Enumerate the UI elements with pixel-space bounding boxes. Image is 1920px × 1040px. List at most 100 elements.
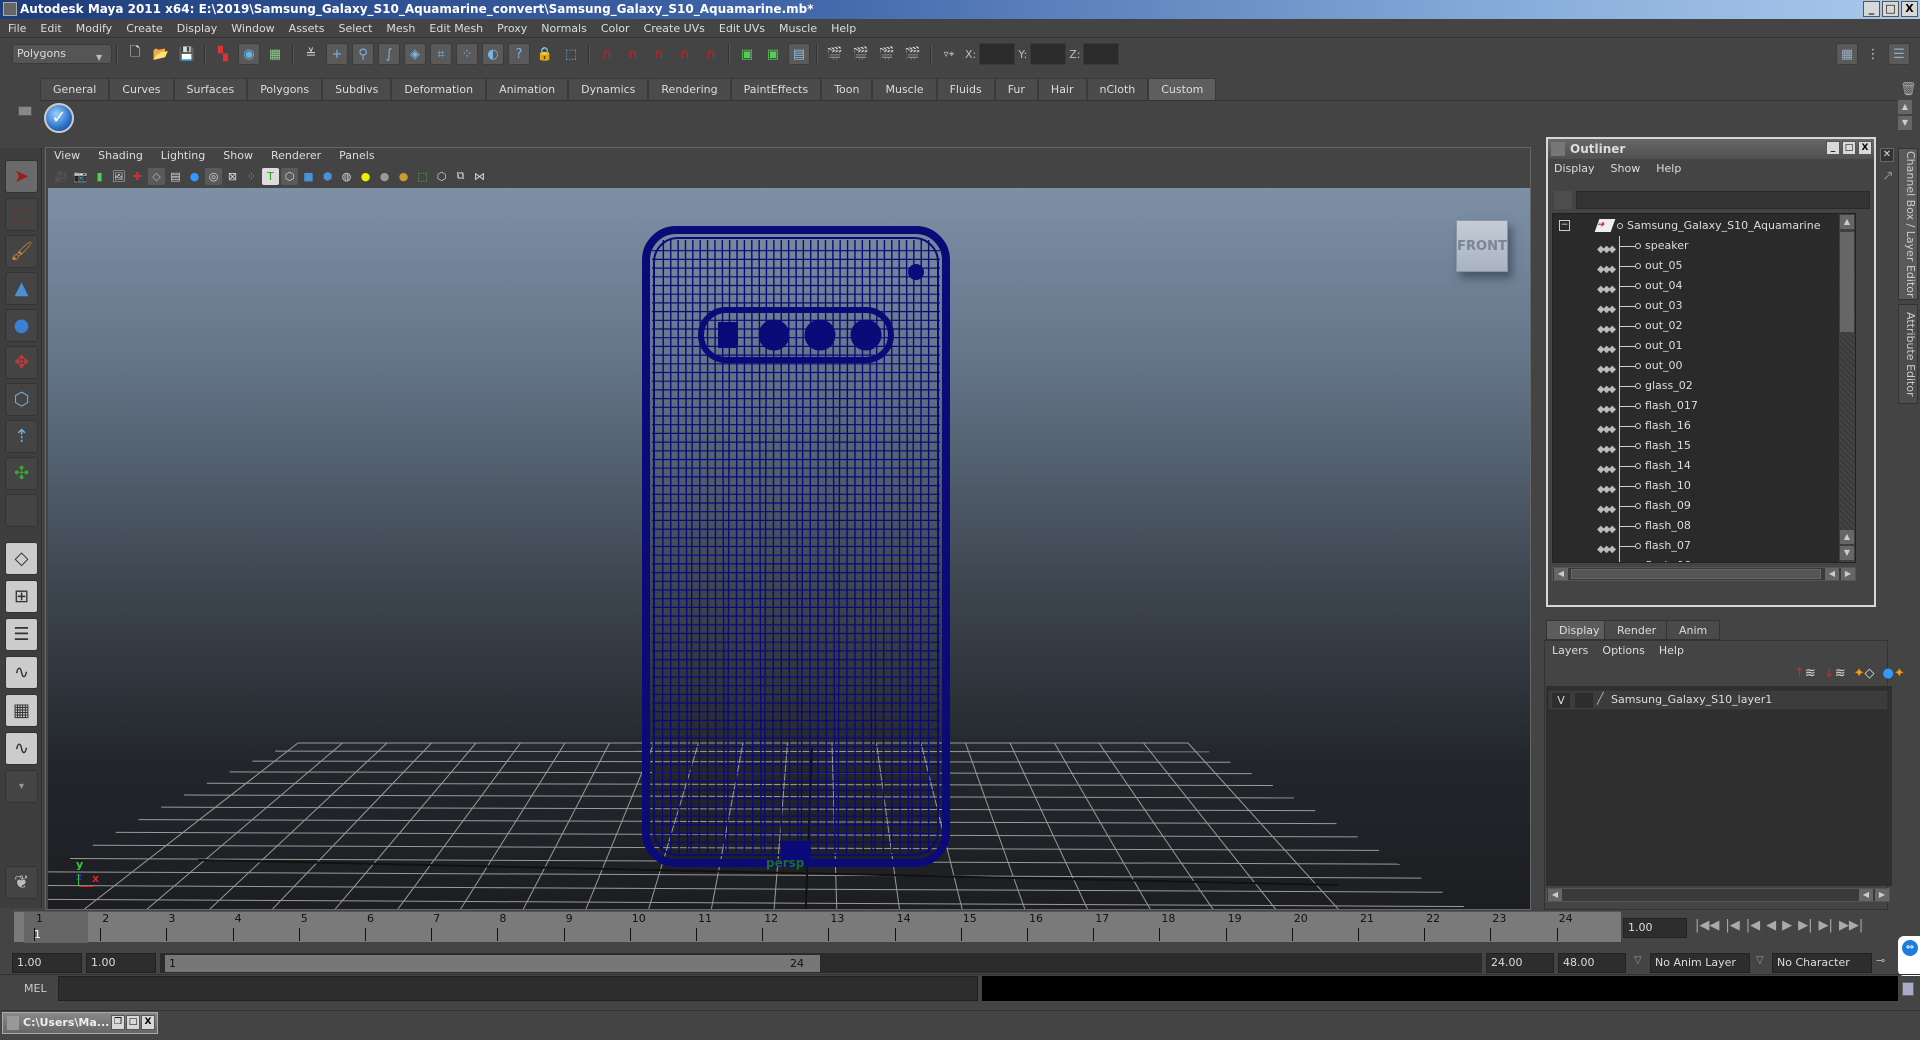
shelf-tab-animation[interactable]: Animation <box>486 78 569 100</box>
shadows-icon[interactable]: ● <box>376 168 393 185</box>
layer-tab-display[interactable]: Display <box>1546 620 1613 640</box>
select-dynamics-icon[interactable]: ⁘ <box>456 43 478 65</box>
hypershade-layout-icon[interactable]: ▦ <box>5 694 38 727</box>
attribute-editor-toggle-icon[interactable]: ▦ <box>1836 43 1858 65</box>
vp-menu-panels[interactable]: Panels <box>339 149 374 165</box>
two-d-pan-zoom-icon[interactable]: ✚ <box>129 168 146 185</box>
menu-create-uvs[interactable]: Create UVs <box>644 22 705 35</box>
outliner-root-row[interactable]: − ➜ Samsung_Galaxy_S10_Aquamarine <box>1553 216 1843 236</box>
step-forward-frame-icon[interactable]: ▶| <box>1819 918 1833 933</box>
y-field[interactable] <box>1030 43 1067 65</box>
outliner-item[interactable]: ◆◆◆ flash_017 <box>1553 396 1843 416</box>
collapse-icon[interactable]: − <box>1559 220 1570 231</box>
render-view-icon[interactable]: 🎬 <box>824 43 846 65</box>
layer-type-toggle[interactable] <box>1575 693 1593 708</box>
vp-menu-shading[interactable]: Shading <box>98 149 143 165</box>
outliner-item[interactable]: ◆◆◆ glass_02 <box>1553 376 1843 396</box>
playback-end-field[interactable]: 24.00 <box>1486 953 1554 973</box>
shelf-scroll-down-icon[interactable]: ▼ <box>1898 116 1912 130</box>
start-time-field[interactable]: 1.00 <box>12 953 82 973</box>
checkmark-shelf-icon[interactable]: ✓ <box>44 103 74 133</box>
vp-menu-lighting[interactable]: Lighting <box>161 149 205 165</box>
gate-mask-icon[interactable]: ◎ <box>205 167 222 185</box>
outliner-item[interactable]: ◆◆◆ out_00 <box>1553 356 1843 376</box>
shelf-tab-toon[interactable]: Toon <box>821 78 873 100</box>
outliner-list[interactable]: − ➜ Samsung_Galaxy_S10_Aquamarine ◆◆◆ spe… <box>1552 213 1856 563</box>
shelf-tab-ncloth[interactable]: nCloth <box>1086 78 1149 100</box>
output-ops-icon[interactable]: ▣ <box>762 43 784 65</box>
shelf-scroll-up-icon[interactable]: ▲ <box>1898 100 1912 114</box>
xray-joints-icon[interactable]: ⧉ <box>452 168 469 185</box>
layer-menu-layers[interactable]: Layers <box>1552 644 1588 657</box>
minimize-button[interactable]: _ <box>1863 1 1880 17</box>
maya-logo-icon[interactable]: ❦ <box>5 866 38 899</box>
move-layer-up-icon[interactable]: ↑≋ <box>1794 666 1816 681</box>
current-frame-field[interactable]: 1.00 <box>1623 918 1687 938</box>
outliner-item[interactable]: ◆◆◆ out_02 <box>1553 316 1843 336</box>
shelf-menu-icon[interactable] <box>18 106 32 116</box>
outliner-vertical-scrollbar[interactable]: ▲ ▲ ▼ <box>1839 214 1855 562</box>
scale-tool-icon[interactable]: ✥ <box>5 346 38 379</box>
snap-point-icon[interactable]: ∩ <box>648 43 670 65</box>
construction-history-icon[interactable]: ▤ <box>788 43 810 65</box>
layer-tab-render[interactable]: Render <box>1604 620 1670 640</box>
teamviewer-tab[interactable]: ⇔ <box>1898 936 1920 976</box>
select-by-component-icon[interactable]: ▦ <box>264 43 286 65</box>
outliner-item[interactable]: ◆◆◆ flash_09 <box>1553 496 1843 516</box>
menu-color[interactable]: Color <box>601 22 630 35</box>
menu-assets[interactable]: Assets <box>289 22 325 35</box>
menu-edit-mesh[interactable]: Edit Mesh <box>429 22 483 35</box>
filter-icon[interactable] <box>1554 191 1572 209</box>
menu-mesh[interactable]: Mesh <box>386 22 415 35</box>
scroll-up-icon[interactable]: ▲ <box>1840 530 1854 544</box>
layer-menu-options[interactable]: Options <box>1602 644 1644 657</box>
outliner-item[interactable]: ◆◆◆ flash_06 <box>1553 556 1843 562</box>
last-tool-slot[interactable] <box>5 494 38 527</box>
vp-menu-show[interactable]: Show <box>223 149 253 165</box>
select-deformations-icon[interactable]: ⌗ <box>430 43 452 65</box>
image-plane-icon[interactable]: 🖼 <box>110 168 127 185</box>
shelf-tab-painteffects[interactable]: PaintEffects <box>730 78 822 100</box>
character-set-chevron-icon[interactable]: ▽ <box>1756 955 1764 966</box>
attribute-editor-tab[interactable]: Attribute Editor <box>1898 304 1918 404</box>
layer-horizontal-scrollbar[interactable]: ◀ ◀ ▶ <box>1546 888 1890 902</box>
new-empty-layer-icon[interactable]: ✦◇ <box>1854 666 1875 681</box>
shelf-tab-dynamics[interactable]: Dynamics <box>568 78 649 100</box>
shelf-tab-rendering[interactable]: Rendering <box>648 78 731 100</box>
menu-modify[interactable]: Modify <box>76 22 112 35</box>
move-layer-down-icon[interactable]: ↓≋ <box>1824 666 1846 681</box>
universal-manipulator-icon[interactable]: ⬡ <box>5 383 38 416</box>
shelf-tab-polygons[interactable]: Polygons <box>247 78 323 100</box>
camera-attributes-icon[interactable]: 📷 <box>72 168 89 185</box>
viewcube[interactable]: FRONT <box>1456 220 1508 272</box>
wireframe-on-shaded-icon[interactable]: ⬢ <box>319 168 336 185</box>
shelf-options[interactable] <box>14 78 38 136</box>
outliner-item[interactable]: ◆◆◆ flash_08 <box>1553 516 1843 536</box>
close-button[interactable]: X <box>1901 1 1918 17</box>
resolution-gate-icon[interactable]: ● <box>186 168 203 185</box>
shelf-tab-general[interactable]: General <box>40 78 110 100</box>
menu-display[interactable]: Display <box>177 22 218 35</box>
scroll-left-icon[interactable]: ◀ <box>1859 889 1873 901</box>
new-layer-from-selection-icon[interactable]: ●✦ <box>1883 666 1905 681</box>
trash-icon[interactable]: 🗑 <box>1900 82 1917 97</box>
shelf-tab-hair[interactable]: Hair <box>1037 78 1087 100</box>
snap-view-plane-icon[interactable]: ∩ <box>674 43 696 65</box>
play-backwards-icon[interactable]: ◀ <box>1766 918 1776 933</box>
select-surfaces-icon[interactable]: ◈ <box>404 43 426 65</box>
film-gate-icon[interactable]: ▤ <box>167 168 184 185</box>
layer-tab-anim[interactable]: Anim <box>1666 620 1721 640</box>
scroll-down-icon[interactable]: ▼ <box>1840 546 1854 560</box>
menu-muscle[interactable]: Muscle <box>779 22 817 35</box>
outliner-item[interactable]: ◆◆◆ flash_07 <box>1553 536 1843 556</box>
playback-start-field[interactable]: 1.00 <box>86 953 156 973</box>
scroll-left-icon[interactable]: ◀ <box>1825 568 1839 580</box>
time-slider[interactable]: 1 1 2 3 4 5 6 7 8 9 10 11 12 13 14 15 16 17 18 19 20 21 22 23 2… <box>14 911 1621 943</box>
menu-window[interactable]: Window <box>231 22 274 35</box>
x-field[interactable] <box>979 43 1016 65</box>
outliner-item[interactable]: ◆◆◆ flash_16 <box>1553 416 1843 436</box>
z-field[interactable] <box>1083 43 1120 65</box>
move-tool-icon[interactable]: ▲ <box>5 272 38 305</box>
step-back-frame-icon[interactable]: |◀ <box>1725 918 1739 933</box>
snap-grid-icon[interactable]: ∩ <box>596 43 618 65</box>
